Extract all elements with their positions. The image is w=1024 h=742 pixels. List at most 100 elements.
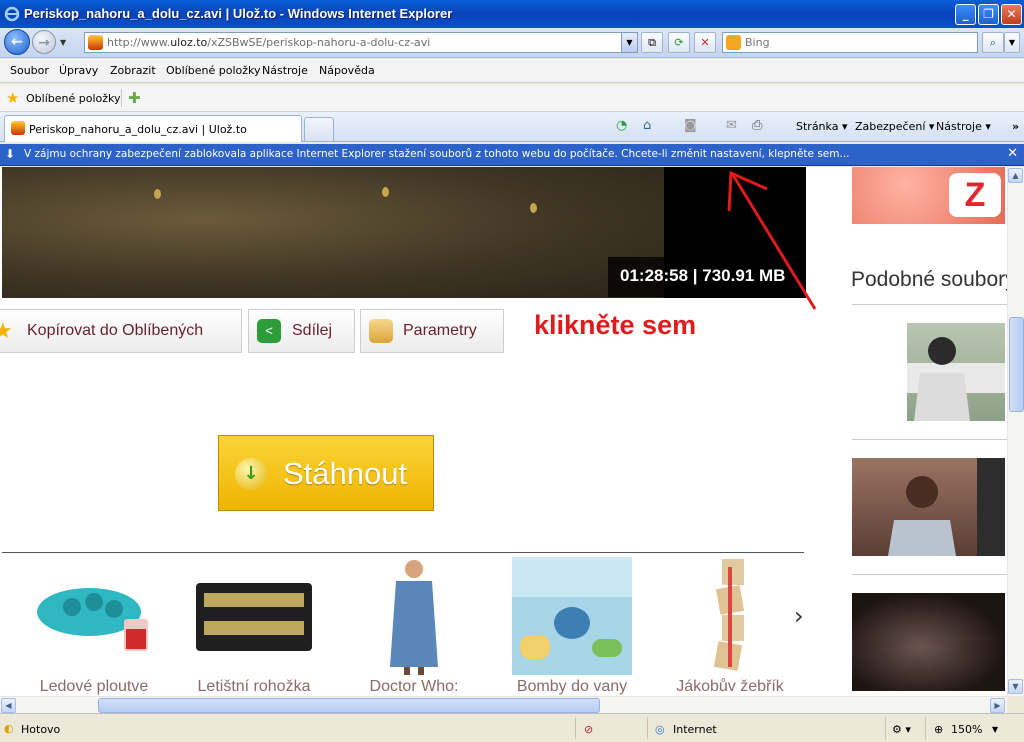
- copy-to-favorites-button[interactable]: ★ Kopírovat do Oblíbených: [0, 309, 242, 353]
- scroll-up-icon[interactable]: ▲: [1008, 168, 1023, 183]
- share-button[interactable]: < Sdílej: [248, 309, 355, 353]
- parameters-button[interactable]: Parametry: [360, 309, 504, 353]
- menu-nastroje[interactable]: Nástroje: [262, 64, 308, 77]
- status-divider: [925, 717, 926, 739]
- horizontal-scrollbar[interactable]: ◀ ▶: [0, 696, 1007, 713]
- download-button[interactable]: ↓ Stáhnout: [218, 435, 434, 511]
- add-to-favorites-icon[interactable]: ✚: [128, 89, 141, 107]
- tab-row: Periskop_nahoru_a_dolu_cz.avi | Ulož.to …: [0, 112, 1024, 142]
- favorites-separator: [121, 89, 122, 107]
- favorites-button-label[interactable]: Oblíbené položky: [26, 92, 121, 105]
- stop-button[interactable]: ✕: [694, 32, 716, 53]
- sidebar-ad[interactable]: Z: [852, 167, 1005, 224]
- new-tab-button[interactable]: [304, 117, 334, 141]
- sidebar-divider: [852, 304, 1007, 305]
- status-bar: ◐ Hotovo ⊘ ◎ Internet ⚙ ▾ ⊕ 150% ▼: [0, 713, 1024, 742]
- forward-arrow-icon: →: [38, 35, 50, 51]
- product-caption: Jákobův žebřík: [676, 678, 784, 695]
- site-favicon-icon: [88, 35, 103, 50]
- similar-file-thumbnail[interactable]: [852, 323, 1005, 421]
- popup-blocked-icon[interactable]: ⊘: [584, 723, 593, 736]
- carousel-next-icon[interactable]: ›: [794, 602, 808, 630]
- product-card[interactable]: Doctor Who:: [334, 557, 494, 696]
- product-card[interactable]: Letištní rohožka: [174, 557, 334, 696]
- refresh-button[interactable]: ⟳: [668, 32, 690, 53]
- favorites-bar: ★ Oblíbené položky ✚: [0, 84, 1024, 112]
- scroll-left-icon[interactable]: ◀: [1, 698, 16, 713]
- close-info-bar-icon[interactable]: ✕: [1007, 146, 1018, 161]
- page-viewport: 01:28:58 | 730.91 MB ★ Kopírovat do Oblí…: [0, 167, 1007, 696]
- video-frame-image: [2, 167, 664, 298]
- print-icon[interactable]: ⎙: [752, 118, 762, 133]
- similar-files-heading: Podobné soubory: [851, 268, 1007, 291]
- history-dropdown-icon[interactable]: ▼: [60, 38, 66, 47]
- more-commands-icon[interactable]: »: [1012, 120, 1019, 133]
- mail-icon[interactable]: ✉: [726, 118, 737, 133]
- restore-button[interactable]: ❐: [978, 4, 999, 25]
- home-icon[interactable]: ⌂: [643, 118, 651, 133]
- tab-active[interactable]: Periskop_nahoru_a_dolu_cz.avi | Ulož.to: [4, 115, 302, 142]
- annotation-arrow-icon: [727, 170, 817, 310]
- menu-oblibene[interactable]: Oblíbené položky: [166, 64, 261, 77]
- thumbnail-person-image: [852, 323, 1005, 421]
- scroll-down-icon[interactable]: ▼: [1008, 679, 1023, 694]
- search-button[interactable]: ⌕: [982, 32, 1004, 53]
- share-icon: <: [257, 319, 281, 343]
- status-divider: [647, 717, 648, 739]
- menu-soubor[interactable]: Soubor: [10, 64, 49, 77]
- product-card[interactable]: Jákobův žebřík: [650, 557, 810, 696]
- security-zone-label[interactable]: Internet: [673, 723, 717, 736]
- zoom-level[interactable]: 150%: [951, 723, 982, 736]
- status-text: Hotovo: [21, 723, 61, 736]
- scrollbar-corner: [1007, 696, 1024, 713]
- tools-menu[interactable]: Nástroje ▾: [936, 120, 991, 133]
- menu-zobrazit[interactable]: Zobrazit: [110, 64, 156, 77]
- vertical-scroll-thumb[interactable]: [1009, 317, 1024, 412]
- doormat-image: [196, 583, 312, 651]
- status-divider: [575, 717, 576, 739]
- forward-button[interactable]: →: [32, 30, 56, 54]
- info-bar-message: V zájmu ochrany zabezpečení zablokovala …: [24, 148, 850, 160]
- vertical-scrollbar[interactable]: ▲ ▼: [1007, 167, 1024, 696]
- video-preview[interactable]: 01:28:58 | 730.91 MB: [2, 167, 806, 298]
- back-arrow-icon: ←: [11, 34, 23, 50]
- uniform-button-decoration: [382, 187, 389, 197]
- similar-file-thumbnail[interactable]: [852, 458, 1005, 556]
- ie-window: Periskop_nahoru_a_dolu_cz.avi | Ulož.to …: [0, 0, 1024, 742]
- zoom-dropdown-icon[interactable]: ▼: [992, 725, 998, 734]
- quick-refresh-icon[interactable]: ◔: [616, 118, 627, 133]
- compatibility-view-button[interactable]: ⧉: [641, 32, 663, 53]
- search-box[interactable]: [722, 32, 978, 53]
- download-blocked-icon: ⬇: [5, 147, 16, 161]
- address-dropdown-icon[interactable]: ▼: [621, 33, 637, 52]
- title-bar: Periskop_nahoru_a_dolu_cz.avi | Ulož.to …: [0, 0, 1024, 28]
- address-bar[interactable]: http://www.uloz.to/xZSBwSE/periskop-naho…: [84, 32, 638, 53]
- favorites-star-icon[interactable]: ★: [6, 89, 19, 107]
- zoom-icon[interactable]: ⊕: [934, 723, 943, 736]
- product-card[interactable]: Ledové ploutve: [14, 557, 174, 696]
- menu-upravy[interactable]: Úpravy: [59, 64, 98, 77]
- security-info-bar[interactable]: ⬇ V zájmu ochrany zabezpečení zablokoval…: [0, 144, 1024, 166]
- search-input[interactable]: [745, 35, 973, 50]
- jacobs-ladder-image: [713, 559, 745, 671]
- product-card[interactable]: Bomby do vany: [492, 557, 652, 696]
- tab-title: Periskop_nahoru_a_dolu_cz.avi | Ulož.to: [29, 123, 247, 136]
- similar-file-thumbnail[interactable]: [852, 593, 1005, 691]
- back-button[interactable]: ←: [4, 29, 30, 55]
- page-menu[interactable]: Stránka ▾: [796, 120, 847, 133]
- horizontal-scroll-thumb[interactable]: [98, 698, 600, 713]
- menu-napoveda[interactable]: Nápověda: [319, 64, 375, 77]
- bath-bombs-image: [512, 557, 632, 675]
- security-menu[interactable]: Zabezpečení ▾: [855, 120, 934, 133]
- scroll-right-icon[interactable]: ▶: [990, 698, 1005, 713]
- protected-mode-icon[interactable]: ⚙ ▾: [892, 723, 911, 736]
- internet-zone-icon: ◎: [655, 723, 665, 736]
- search-options-button[interactable]: ▼: [1004, 32, 1020, 53]
- close-window-button[interactable]: ✕: [1001, 4, 1022, 25]
- product-caption: Letištní rohožka: [197, 678, 311, 695]
- feeds-icon[interactable]: ◙: [684, 118, 697, 133]
- window-title: Periskop_nahoru_a_dolu_cz.avi | Ulož.to …: [24, 6, 453, 21]
- sidebar-divider: [852, 574, 1007, 575]
- product-caption: Bomby do vany: [516, 678, 628, 695]
- minimize-button[interactable]: _: [955, 4, 976, 25]
